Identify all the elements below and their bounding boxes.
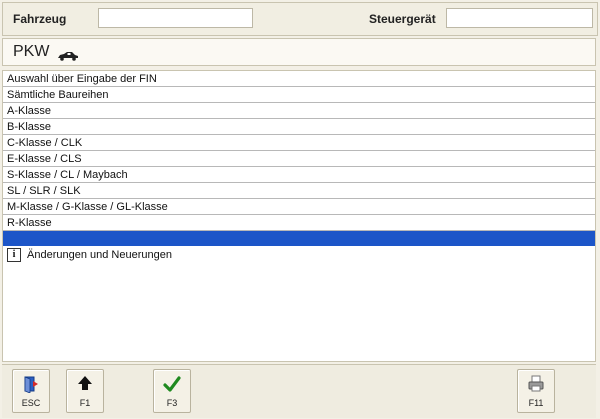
list-item[interactable]: S-Klasse / CL / Maybach [3,167,595,183]
checkmark-icon [154,375,190,393]
esc-button[interactable]: ESC [12,369,50,413]
function-toolbar: ESC F1 F3 F11 [2,364,596,418]
f1-label: F1 [79,398,91,408]
list-item[interactable]: A-Klasse [3,103,595,119]
f11-label: F11 [528,398,544,408]
category-label: PKW [13,43,50,60]
f1-back-button[interactable]: F1 [66,369,104,413]
vehicle-field[interactable] [98,8,253,28]
list-item[interactable]: C-Klasse / CLK [3,135,595,151]
header-bar: Fahrzeug Steuergerät [2,2,598,36]
list-item[interactable]: Sämtliche Baureihen [3,87,595,103]
f3-label: F3 [166,398,178,408]
f11-print-button[interactable]: F11 [517,369,555,413]
exit-door-icon [13,375,49,394]
list-item[interactable]: B-Klasse [3,119,595,135]
list-item[interactable]: SL / SLR / SLK [3,183,595,199]
model-list: Auswahl über Eingabe der FIN Sämtliche B… [2,70,596,362]
ecu-label: Steuergerät [369,12,436,26]
category-bar: PKW [2,38,596,66]
vehicle-label: Fahrzeug [13,12,67,26]
info-item-label: Änderungen und Neuerungen [27,249,172,261]
esc-label: ESC [21,398,41,408]
list-item[interactable]: E-Klasse / CLS [3,151,595,167]
f3-confirm-button[interactable]: F3 [153,369,191,413]
arrow-up-icon [67,375,103,393]
list-item[interactable]: M-Klasse / G-Klasse / GL-Klasse [3,199,595,215]
car-icon [57,48,79,66]
list-item[interactable]: Auswahl über Eingabe der FIN [3,71,595,87]
list-item[interactable]: R-Klasse [3,215,595,231]
ecu-field[interactable] [446,8,593,28]
info-icon: i [7,248,21,263]
printer-icon [518,375,554,393]
info-item[interactable]: i Änderungen und Neuerungen [3,246,595,264]
selected-list-item[interactable] [3,231,595,246]
